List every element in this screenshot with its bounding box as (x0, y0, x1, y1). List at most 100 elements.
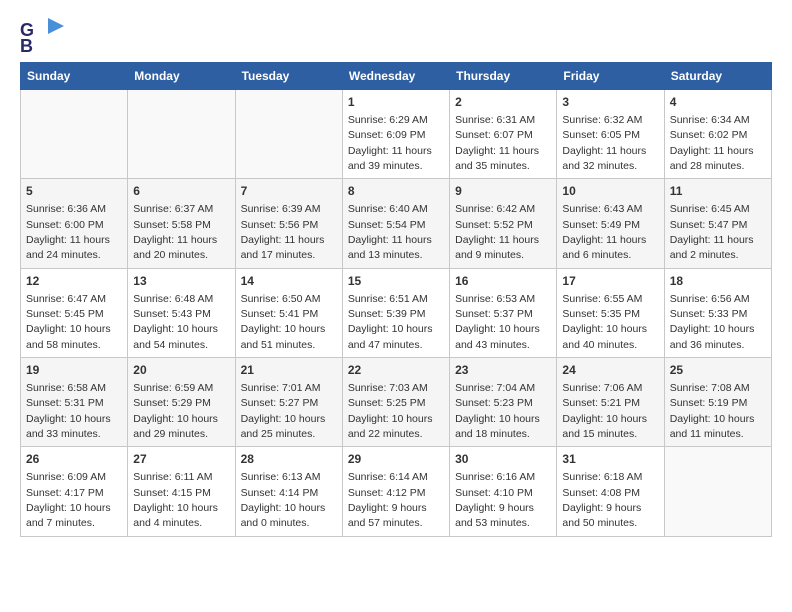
day-info: Sunrise: 7:08 AMSunset: 5:19 PMDaylight:… (670, 382, 755, 440)
calendar-body: 1 Sunrise: 6:29 AMSunset: 6:09 PMDaylight… (21, 90, 772, 537)
day-info: Sunrise: 7:01 AMSunset: 5:27 PMDaylight:… (241, 382, 326, 440)
day-info: Sunrise: 6:32 AMSunset: 6:05 PMDaylight:… (562, 114, 646, 172)
day-number: 11 (670, 183, 766, 200)
day-cell: 9 Sunrise: 6:42 AMSunset: 5:52 PMDaylight… (450, 179, 557, 268)
day-cell: 28 Sunrise: 6:13 AMSunset: 4:14 PMDayligh… (235, 447, 342, 536)
day-number: 8 (348, 183, 444, 200)
day-cell (128, 90, 235, 179)
day-info: Sunrise: 7:04 AMSunset: 5:23 PMDaylight:… (455, 382, 540, 440)
day-info: Sunrise: 6:34 AMSunset: 6:02 PMDaylight:… (670, 114, 754, 172)
header-row: SundayMondayTuesdayWednesdayThursdayFrid… (21, 63, 772, 90)
day-cell: 13 Sunrise: 6:48 AMSunset: 5:43 PMDayligh… (128, 268, 235, 357)
day-number: 29 (348, 451, 444, 468)
day-cell: 15 Sunrise: 6:51 AMSunset: 5:39 PMDayligh… (342, 268, 449, 357)
day-cell: 18 Sunrise: 6:56 AMSunset: 5:33 PMDayligh… (664, 268, 771, 357)
day-number: 12 (26, 273, 122, 290)
logo: G B (20, 16, 66, 54)
day-info: Sunrise: 6:45 AMSunset: 5:47 PMDaylight:… (670, 203, 754, 261)
day-info: Sunrise: 6:53 AMSunset: 5:37 PMDaylight:… (455, 293, 540, 351)
day-info: Sunrise: 6:39 AMSunset: 5:56 PMDaylight:… (241, 203, 325, 261)
calendar-table: SundayMondayTuesdayWednesdayThursdayFrid… (20, 62, 772, 537)
day-number: 13 (133, 273, 229, 290)
day-info: Sunrise: 7:03 AMSunset: 5:25 PMDaylight:… (348, 382, 433, 440)
day-number: 20 (133, 362, 229, 379)
day-number: 10 (562, 183, 658, 200)
day-number: 5 (26, 183, 122, 200)
day-number: 31 (562, 451, 658, 468)
day-number: 24 (562, 362, 658, 379)
day-cell: 29Sunrise: 6:14 AMSunset: 4:12 PMDayligh… (342, 447, 449, 536)
day-cell (664, 447, 771, 536)
day-number: 22 (348, 362, 444, 379)
day-cell: 7 Sunrise: 6:39 AMSunset: 5:56 PMDaylight… (235, 179, 342, 268)
day-number: 1 (348, 94, 444, 111)
day-cell: 31 Sunrise: 6:18 AMSunset: 4:08 PMDayligh… (557, 447, 664, 536)
day-cell: 8 Sunrise: 6:40 AMSunset: 5:54 PMDaylight… (342, 179, 449, 268)
day-cell: 22 Sunrise: 7:03 AMSunset: 5:25 PMDayligh… (342, 358, 449, 447)
day-cell: 30 Sunrise: 6:16 AMSunset: 4:10 PMDayligh… (450, 447, 557, 536)
header-cell-wednesday: Wednesday (342, 63, 449, 90)
svg-text:B: B (20, 36, 33, 54)
header-cell-friday: Friday (557, 63, 664, 90)
week-row-3: 12 Sunrise: 6:47 AMSunset: 5:45 PMDayligh… (21, 268, 772, 357)
day-cell (235, 90, 342, 179)
day-info: Sunrise: 6:29 AMSunset: 6:09 PMDaylight:… (348, 114, 432, 172)
day-cell: 17Sunrise: 6:55 AMSunset: 5:35 PMDayligh… (557, 268, 664, 357)
day-number: 28 (241, 451, 337, 468)
day-cell: 23 Sunrise: 7:04 AMSunset: 5:23 PMDayligh… (450, 358, 557, 447)
day-cell: 2 Sunrise: 6:31 AMSunset: 6:07 PMDaylight… (450, 90, 557, 179)
day-info: Sunrise: 6:42 AMSunset: 5:52 PMDaylight:… (455, 203, 539, 261)
day-number: 9 (455, 183, 551, 200)
day-info: Sunrise: 6:56 AMSunset: 5:33 PMDaylight:… (670, 293, 755, 351)
day-info: Sunrise: 6:40 AMSunset: 5:54 PMDaylight:… (348, 203, 432, 261)
day-cell: 1 Sunrise: 6:29 AMSunset: 6:09 PMDaylight… (342, 90, 449, 179)
header-cell-tuesday: Tuesday (235, 63, 342, 90)
day-cell: 11 Sunrise: 6:45 AMSunset: 5:47 PMDayligh… (664, 179, 771, 268)
calendar-header: SundayMondayTuesdayWednesdayThursdayFrid… (21, 63, 772, 90)
day-info: Sunrise: 6:11 AMSunset: 4:15 PMDaylight:… (133, 471, 218, 529)
day-cell: 27Sunrise: 6:11 AMSunset: 4:15 PMDayligh… (128, 447, 235, 536)
day-info: Sunrise: 6:09 AMSunset: 4:17 PMDaylight:… (26, 471, 111, 529)
day-info: Sunrise: 6:37 AMSunset: 5:58 PMDaylight:… (133, 203, 217, 261)
week-row-1: 1 Sunrise: 6:29 AMSunset: 6:09 PMDaylight… (21, 90, 772, 179)
day-number: 21 (241, 362, 337, 379)
day-number: 18 (670, 273, 766, 290)
logo-icon: G B (20, 16, 64, 54)
day-number: 26 (26, 451, 122, 468)
day-number: 23 (455, 362, 551, 379)
day-cell: 26 Sunrise: 6:09 AMSunset: 4:17 PMDayligh… (21, 447, 128, 536)
day-number: 7 (241, 183, 337, 200)
day-cell: 14Sunrise: 6:50 AMSunset: 5:41 PMDayligh… (235, 268, 342, 357)
day-number: 19 (26, 362, 122, 379)
week-row-2: 5Sunrise: 6:36 AMSunset: 6:00 PMDaylight… (21, 179, 772, 268)
day-info: Sunrise: 6:48 AMSunset: 5:43 PMDaylight:… (133, 293, 218, 351)
day-number: 3 (562, 94, 658, 111)
day-info: Sunrise: 6:51 AMSunset: 5:39 PMDaylight:… (348, 293, 433, 351)
day-cell: 4 Sunrise: 6:34 AMSunset: 6:02 PMDaylight… (664, 90, 771, 179)
day-info: Sunrise: 6:59 AMSunset: 5:29 PMDaylight:… (133, 382, 218, 440)
week-row-4: 19Sunrise: 6:58 AMSunset: 5:31 PMDayligh… (21, 358, 772, 447)
day-number: 30 (455, 451, 551, 468)
header-cell-saturday: Saturday (664, 63, 771, 90)
day-number: 15 (348, 273, 444, 290)
day-number: 25 (670, 362, 766, 379)
header-cell-monday: Monday (128, 63, 235, 90)
day-number: 4 (670, 94, 766, 111)
day-number: 17 (562, 273, 658, 290)
day-cell: 16Sunrise: 6:53 AMSunset: 5:37 PMDayligh… (450, 268, 557, 357)
day-cell: 20 Sunrise: 6:59 AMSunset: 5:29 PMDayligh… (128, 358, 235, 447)
day-cell (21, 90, 128, 179)
day-info: Sunrise: 6:16 AMSunset: 4:10 PMDaylight:… (455, 471, 535, 529)
day-info: Sunrise: 7:06 AMSunset: 5:21 PMDaylight:… (562, 382, 647, 440)
day-cell: 10Sunrise: 6:43 AMSunset: 5:49 PMDayligh… (557, 179, 664, 268)
day-cell: 6Sunrise: 6:37 AMSunset: 5:58 PMDaylight… (128, 179, 235, 268)
day-info: Sunrise: 6:31 AMSunset: 6:07 PMDaylight:… (455, 114, 539, 172)
day-number: 14 (241, 273, 337, 290)
day-cell: 3 Sunrise: 6:32 AMSunset: 6:05 PMDaylight… (557, 90, 664, 179)
day-number: 2 (455, 94, 551, 111)
day-info: Sunrise: 6:18 AMSunset: 4:08 PMDaylight:… (562, 471, 642, 529)
day-info: Sunrise: 6:13 AMSunset: 4:14 PMDaylight:… (241, 471, 326, 529)
day-cell: 19Sunrise: 6:58 AMSunset: 5:31 PMDayligh… (21, 358, 128, 447)
day-info: Sunrise: 6:47 AMSunset: 5:45 PMDaylight:… (26, 293, 111, 351)
day-cell: 21 Sunrise: 7:01 AMSunset: 5:27 PMDayligh… (235, 358, 342, 447)
